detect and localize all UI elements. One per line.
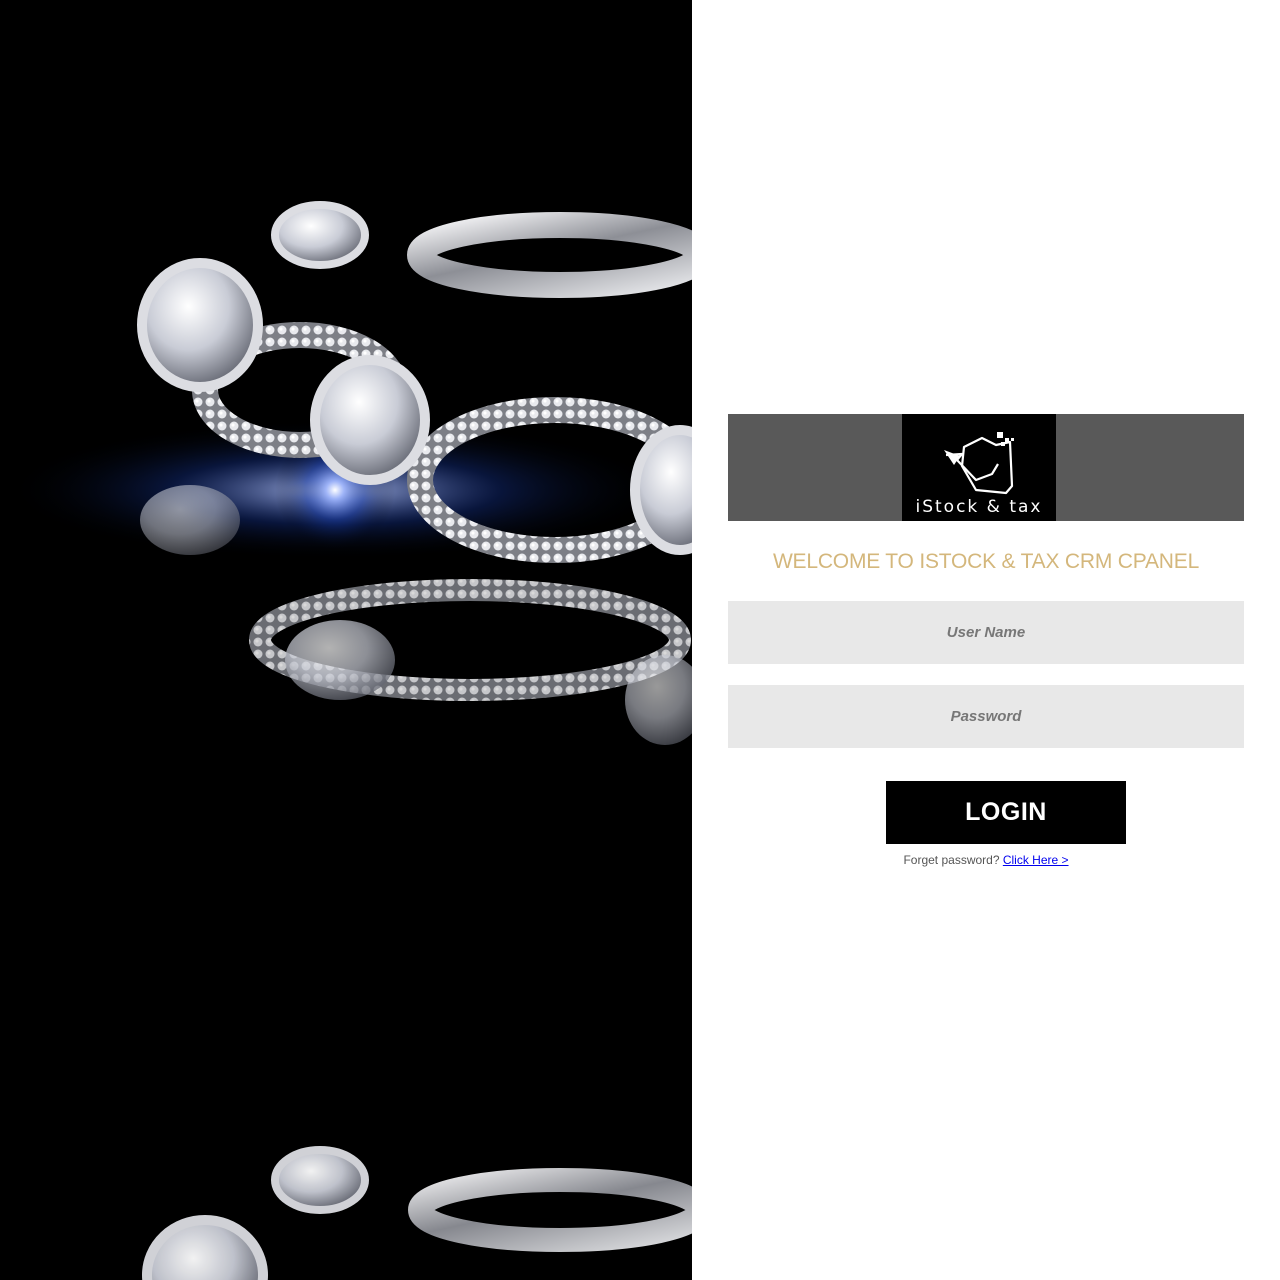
login-page: iStock & tax WELCOME TO ISTOCK & TAX CRM…	[0, 0, 1280, 1280]
username-input[interactable]	[728, 601, 1244, 664]
hero-image	[0, 0, 692, 1280]
welcome-heading: WELCOME TO ISTOCK & TAX CRM CPANEL	[772, 550, 1200, 573]
login-panel: iStock & tax WELCOME TO ISTOCK & TAX CRM…	[692, 0, 1280, 1280]
forgot-password-label: Forget password?	[903, 853, 1000, 867]
forgot-password-link[interactable]: Click Here >	[1003, 853, 1069, 867]
forgot-password-row: Forget password? Click Here >	[728, 852, 1244, 868]
box-arrow-icon	[944, 432, 1014, 495]
login-button[interactable]: LOGIN	[886, 781, 1126, 844]
password-input[interactable]	[728, 685, 1244, 748]
logo-bar: iStock & tax	[728, 414, 1244, 521]
brand-logo-text: iStock & tax	[915, 497, 1043, 517]
brand-logo: iStock & tax	[902, 414, 1056, 521]
